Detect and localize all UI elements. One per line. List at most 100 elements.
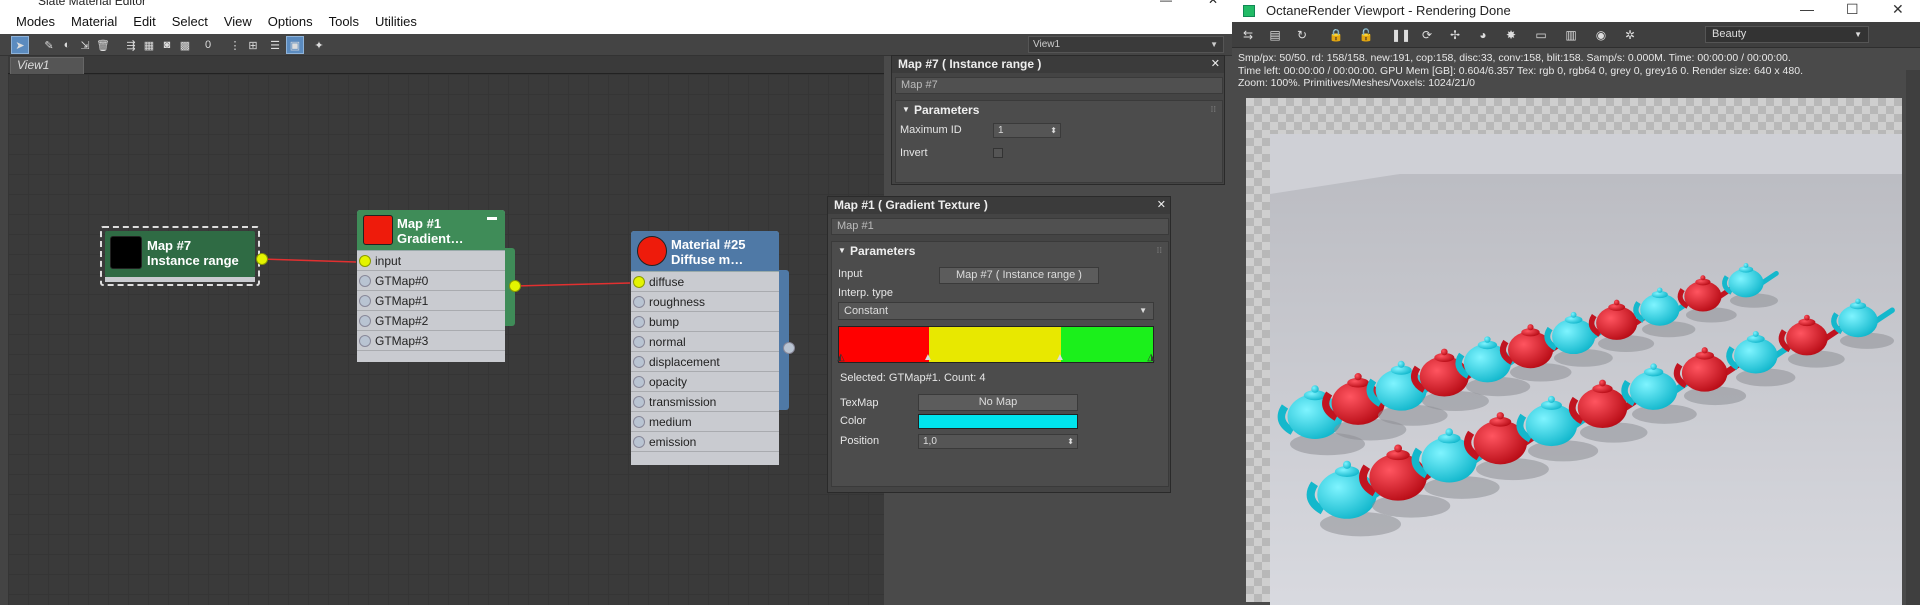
maximum-id-spinner[interactable]: 1 ⬍ [993, 123, 1061, 138]
port-icon[interactable] [633, 336, 645, 348]
slot-medium[interactable]: medium [631, 412, 779, 432]
material-id-icon[interactable]: 0 [199, 36, 217, 54]
tab-view1[interactable]: View1 [10, 57, 84, 74]
color-swatch[interactable] [918, 414, 1078, 429]
hide-unused-icon[interactable]: ▦ [140, 36, 158, 54]
port-icon[interactable] [633, 296, 645, 308]
menu-tools[interactable]: Tools [321, 14, 367, 29]
map7-rollout-header[interactable]: ▼ Parameters ⁞⁞ [896, 101, 1222, 119]
lock-icon[interactable]: 🔒 [1327, 26, 1345, 44]
render-pass-dropdown[interactable]: Beauty ▼ [1705, 26, 1869, 43]
invert-checkbox[interactable] [993, 148, 1003, 158]
gradient-ramp[interactable]: ◭ ▲ ▲ ◮ [837, 326, 1155, 363]
parameter-editor-icon[interactable]: ✦ [310, 36, 328, 54]
menu-options[interactable]: Options [260, 14, 321, 29]
port-icon[interactable] [633, 376, 645, 388]
input-map-button[interactable]: Map #7 ( Instance range ) [939, 267, 1099, 284]
port-icon[interactable] [633, 356, 645, 368]
layout-children-icon[interactable]: ☰ [266, 36, 284, 54]
gradient-flag-icon[interactable]: ▲ [1055, 352, 1065, 363]
send-changes-icon[interactable]: ▤ [1266, 26, 1284, 44]
view-selector-dropdown[interactable]: View1 ▼ [1028, 36, 1224, 53]
move-children-icon[interactable]: ⇶ [122, 36, 140, 54]
port-icon[interactable] [359, 255, 371, 267]
material-map-browser-icon[interactable]: ▣ [286, 36, 304, 54]
assign-material-icon[interactable]: ⇲ [76, 36, 94, 54]
region-render-icon[interactable]: ▭ [1532, 26, 1550, 44]
delete-icon[interactable]: 🗑 [94, 36, 112, 54]
slot-opacity[interactable]: opacity [631, 372, 779, 392]
menu-material[interactable]: Material [63, 14, 125, 29]
slot-gtmap3[interactable]: GTMap#3 [357, 331, 505, 351]
minimize-icon[interactable]: — [1800, 1, 1814, 17]
slot-bump[interactable]: bump [631, 312, 779, 332]
menu-view[interactable]: View [216, 14, 260, 29]
layout-vertical-icon[interactable]: ⋮ [226, 36, 244, 54]
menu-edit[interactable]: Edit [125, 14, 163, 29]
material-picker-icon[interactable]: ✸ [1502, 26, 1520, 44]
refresh-icon[interactable]: ⟳ [1418, 26, 1436, 44]
maximize-icon[interactable]: ☐ [1846, 1, 1859, 18]
unlock-icon[interactable]: 🔓 [1357, 26, 1375, 44]
slot-roughness[interactable]: roughness [631, 292, 779, 312]
gradient-flag-icon[interactable]: ◮ [1147, 352, 1155, 363]
restart-icon[interactable]: ↻ [1293, 26, 1311, 44]
node-map7-output-port[interactable] [256, 253, 268, 265]
gradient-flag-icon[interactable]: ◭ [837, 352, 845, 363]
slot-diffuse[interactable]: diffuse [631, 272, 779, 292]
port-icon[interactable] [359, 275, 371, 287]
node-material25-output-port[interactable] [783, 342, 795, 354]
close-icon[interactable]: ✕ [1892, 1, 1904, 18]
slot-displacement[interactable]: displacement [631, 352, 779, 372]
node-map1-output-port[interactable] [509, 280, 521, 292]
spinner-arrows-icon[interactable]: ⬍ [1067, 435, 1074, 448]
map1-name-field[interactable]: Map #1 [831, 218, 1169, 235]
close-icon[interactable]: ✕ [1211, 56, 1220, 73]
slot-normal[interactable]: normal [631, 332, 779, 352]
octane-scrollbar[interactable] [1906, 70, 1920, 605]
slot-input[interactable]: input [357, 251, 505, 271]
slot-gtmap1[interactable]: GTMap#1 [357, 291, 505, 311]
show-background-icon[interactable]: ▩ [176, 36, 194, 54]
port-icon[interactable] [359, 315, 371, 327]
show-map-icon[interactable]: ◙ [158, 36, 176, 54]
slot-gtmap0[interactable]: GTMap#0 [357, 271, 505, 291]
gradient-flag-icon[interactable]: ▲ [923, 352, 933, 363]
port-icon[interactable] [633, 316, 645, 328]
slot-gtmap2[interactable]: GTMap#2 [357, 311, 505, 331]
menu-utilities[interactable]: Utilities [367, 14, 425, 29]
pick-material-icon[interactable]: ◐ [58, 36, 76, 54]
eyedropper-icon[interactable]: ✎ [40, 36, 58, 54]
port-icon[interactable] [359, 295, 371, 307]
slot-transmission[interactable]: transmission [631, 392, 779, 412]
left-splitter[interactable] [0, 56, 8, 605]
node-map1[interactable]: Map #1 Gradient… ▬ input GTMap#0 GTMap#1… [357, 210, 505, 362]
node-map7[interactable]: Map #7 Instance range [100, 226, 260, 286]
position-spinner[interactable]: 1,0 ⬍ [918, 434, 1078, 449]
port-icon[interactable] [633, 276, 645, 288]
film-region-icon[interactable]: ▥ [1562, 26, 1580, 44]
send-scene-icon[interactable]: ⇆ [1239, 26, 1257, 44]
pause-icon[interactable]: ❚❚ [1391, 26, 1411, 44]
menu-modes[interactable]: Modes [8, 14, 63, 29]
map7-name-field[interactable]: Map #7 [895, 77, 1223, 94]
spinner-arrows-icon[interactable]: ⬍ [1050, 124, 1057, 137]
node-material25[interactable]: Material #25 Diffuse m… diffuse roughnes… [631, 231, 779, 465]
map1-rollout-header[interactable]: ▼ Parameters ⁞⁞ [832, 242, 1168, 260]
close-icon[interactable]: ✕ [1208, 0, 1218, 7]
texmap-button[interactable]: No Map [918, 394, 1078, 411]
port-icon[interactable] [633, 416, 645, 428]
interp-type-dropdown[interactable]: Constant ▼ [838, 302, 1154, 320]
render-area[interactable] [1246, 98, 1902, 605]
camera-icon[interactable]: ◉ [1592, 26, 1610, 44]
minimize-icon[interactable]: — [1160, 0, 1172, 7]
port-icon[interactable] [633, 396, 645, 408]
settings-gear-icon[interactable]: ✲ [1621, 26, 1639, 44]
port-icon[interactable] [633, 436, 645, 448]
select-tool-icon[interactable]: ➤ [11, 36, 29, 54]
close-icon[interactable]: ✕ [1157, 197, 1166, 214]
slot-emission[interactable]: emission [631, 432, 779, 452]
menu-select[interactable]: Select [164, 14, 216, 29]
layout-horizontal-icon[interactable]: ⊞ [244, 36, 262, 54]
focus-picker-icon[interactable]: ✢ [1446, 26, 1464, 44]
